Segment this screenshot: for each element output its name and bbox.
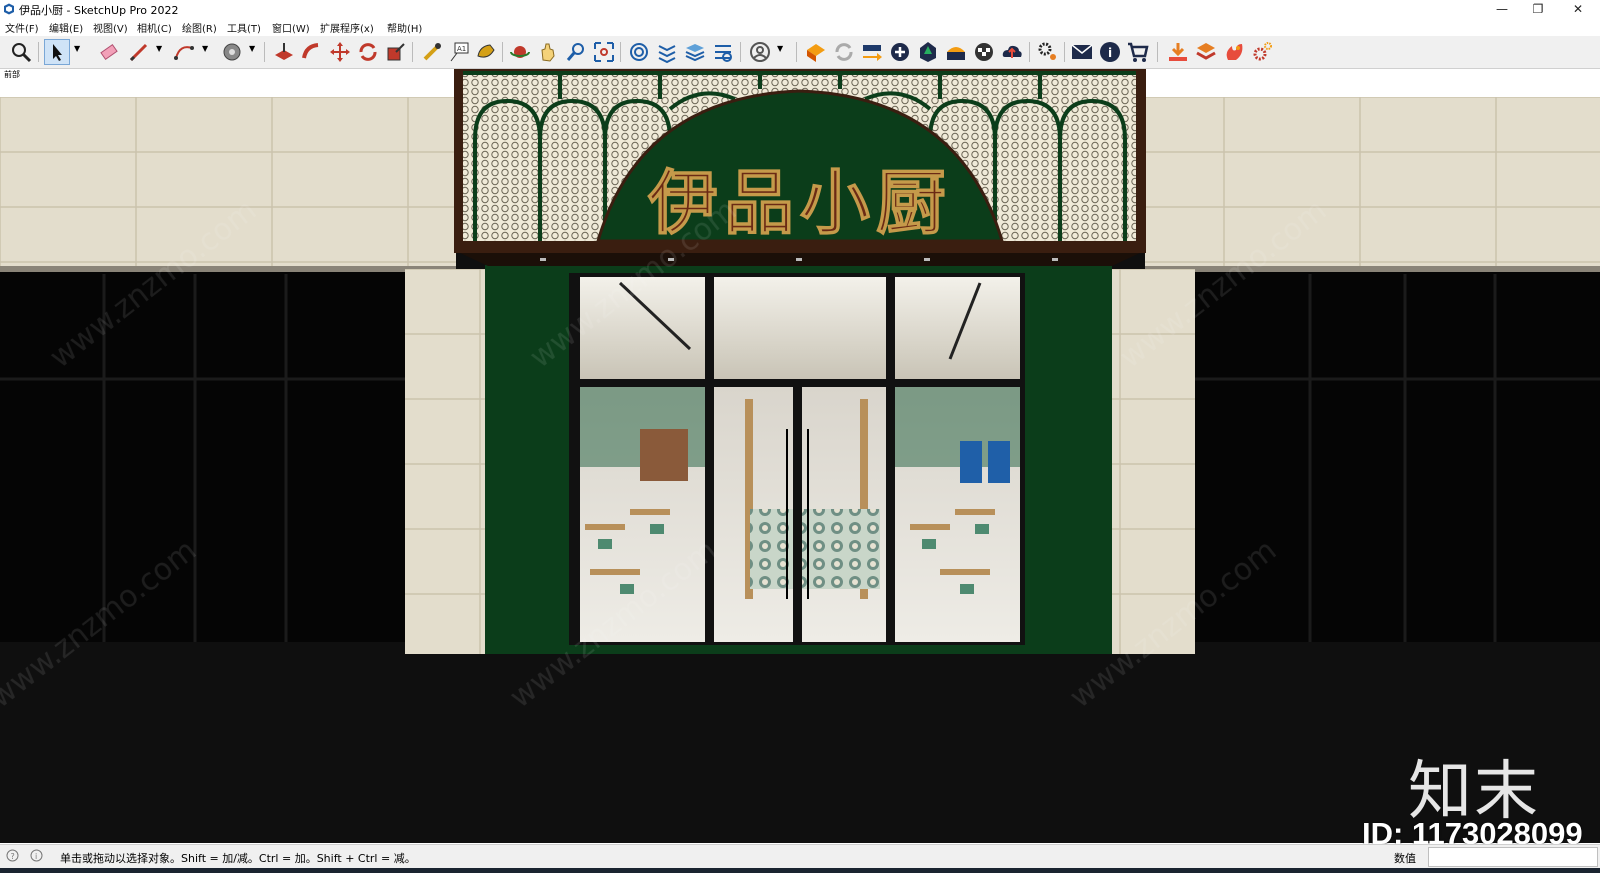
rotate-icon[interactable] [356,40,380,64]
gear-orange-icon[interactable] [1250,40,1274,64]
svg-text:i: i [1108,46,1112,60]
flame-plugin-icon[interactable] [1222,40,1246,64]
toolbar-separator [1157,42,1158,62]
menu-camera[interactable]: 相机(C) [137,20,172,35]
paint-bucket-icon[interactable] [220,40,244,64]
cart-icon[interactable] [1126,40,1150,64]
move-icon[interactable] [328,40,352,64]
follow-me-icon[interactable] [300,40,324,64]
arc-dropdown-icon[interactable]: ▼ [202,44,208,53]
menu-tools[interactable]: 工具(T) [227,20,261,35]
sketchup-app-icon [4,3,14,15]
layers-icon[interactable] [683,40,707,64]
display-section-icon[interactable] [655,40,679,64]
sync-icon[interactable] [832,40,856,64]
menu-bar: 文件(F) 编辑(E) 视图(V) 相机(C) 绘图(R) 工具(T) 窗口(W… [0,18,1600,35]
adjacent-shop-left [0,272,405,642]
settings-gears-icon[interactable] [1036,40,1060,64]
eraser-icon[interactable] [97,40,121,64]
toolbar-separator [1029,42,1030,62]
zoom-window-icon[interactable] [9,40,33,64]
zoom-extents-icon[interactable] [592,40,616,64]
tree-component-icon[interactable] [916,40,940,64]
line-dropdown-icon[interactable]: ▼ [156,44,162,53]
svg-text:?: ? [11,852,15,861]
styles-icon[interactable] [711,40,735,64]
menu-file[interactable]: 文件(F) [5,20,39,35]
export-icon[interactable] [860,40,884,64]
adjacent-shop-right [1195,272,1600,642]
toolbar-separator [620,42,621,62]
download-layer-icon[interactable] [1166,40,1190,64]
toolbar-separator [502,42,503,62]
add-circle-icon[interactable] [888,40,912,64]
measurements-input[interactable] [1428,847,1598,867]
toolbar-separator [412,42,413,62]
toolbar-separator [796,42,797,62]
mosaic-counter [750,509,880,589]
toolbar-separator [740,42,741,62]
title-bar: 伊品小厨 - SketchUp Pro 2022 — ❐ ✕ [0,0,1600,18]
minimize-button[interactable]: — [1484,0,1520,18]
section-plane-icon[interactable] [627,40,651,64]
toolbar-separator [1064,42,1065,62]
scale-icon[interactable] [384,40,408,64]
user-account-icon[interactable] [748,40,772,64]
menu-draw[interactable]: 绘图(R) [182,20,217,35]
select-arrow-icon[interactable] [44,39,70,65]
close-button[interactable]: ✕ [1560,0,1596,18]
pan-icon[interactable] [536,40,560,64]
info-icon[interactable]: i [1098,40,1122,64]
storefront-model[interactable]: 伊品小厨 www.znzmo.com www.znzmo.com www.znz… [0,69,1600,843]
restore-button[interactable]: ❐ [1520,0,1556,18]
taskbar-strip [0,868,1600,873]
shape-dropdown-icon[interactable]: ▼ [249,44,255,53]
paint-tool-icon[interactable] [474,40,498,64]
scene-tab-label[interactable]: 前部 [4,69,20,79]
info-circle-icon[interactable]: i [30,849,43,862]
toolbar-separator [264,42,265,62]
orbit-icon[interactable] [508,40,532,64]
menu-help[interactable]: 帮助(H) [387,20,422,35]
menu-extensions[interactable]: 扩展程序(x) [320,20,374,35]
menu-edit[interactable]: 编辑(E) [49,20,83,35]
geo-location-icon[interactable]: ? [6,849,19,862]
main-toolbar: ▼ ▼ ▼ ▼ A1 ▼ i [0,36,1600,69]
sun-shadow-icon[interactable] [944,40,968,64]
status-bar: ? i 单击或拖动以选择对象。Shift = 加/减。Ctrl = 加。Shif… [0,844,1600,869]
measurements-label: 数值 [1394,852,1416,865]
toolbar-separator [38,42,39,62]
arc-icon[interactable] [172,40,196,64]
menu-window[interactable]: 窗口(W) [272,20,310,35]
extension-warehouse-icon[interactable] [804,40,828,64]
status-hint: 单击或拖动以选择对象。Shift = 加/减。Ctrl = 加。Shift + … [60,852,416,865]
checker-texture-icon[interactable] [972,40,996,64]
upper-wall-right [1145,97,1600,270]
select-dropdown-icon[interactable]: ▼ [74,44,80,53]
cloud-upload-icon[interactable] [1000,40,1024,64]
layer-stack-icon[interactable] [1194,40,1218,64]
pilaster-left [405,269,485,654]
svg-text:i: i [35,852,37,861]
pencil-line-icon[interactable] [127,40,151,64]
text-label-icon[interactable]: A1 [447,40,471,64]
window-title: 伊品小厨 - SketchUp Pro 2022 [19,4,179,17]
user-dropdown-icon[interactable]: ▼ [777,44,783,53]
push-pull-icon[interactable] [272,40,296,64]
tape-measure-icon[interactable] [420,40,444,64]
svg-text:A1: A1 [457,45,466,53]
model-viewport[interactable]: 伊品小厨 www.znzmo.com www.znzmo.com www.znz… [0,69,1600,843]
menu-view[interactable]: 视图(V) [93,20,128,35]
zoom-icon[interactable] [564,40,588,64]
mail-icon[interactable] [1070,40,1094,64]
